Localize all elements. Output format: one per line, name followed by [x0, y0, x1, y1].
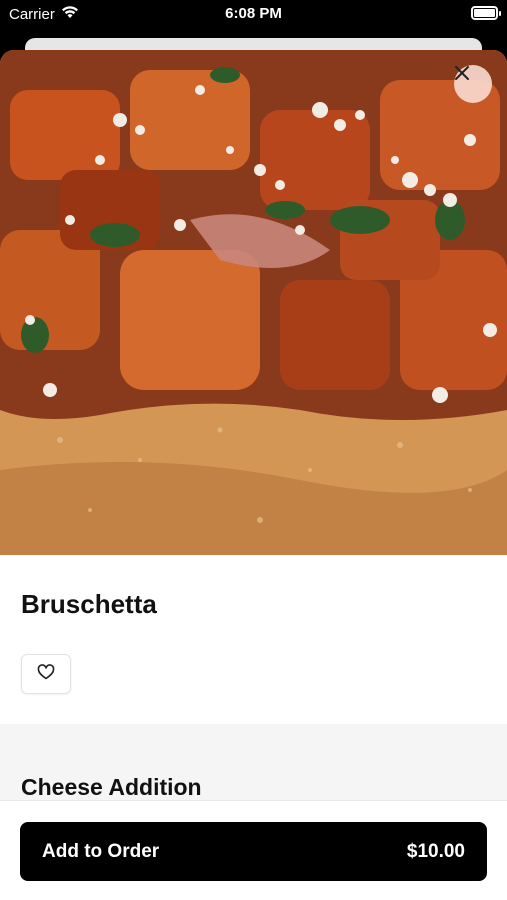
- item-title: Bruschetta: [21, 589, 157, 619]
- price-label: $10.00: [406, 840, 465, 862]
- close-button[interactable]: [454, 65, 492, 103]
- status-bar: Carrier 6:08 PM: [0, 0, 507, 30]
- bruschetta-photo: [0, 50, 507, 555]
- add-to-order-button[interactable]: Add to Order $10.00: [20, 822, 487, 881]
- battery-icon: [471, 6, 501, 20]
- status-right: [471, 6, 501, 20]
- item-detail-sheet: Bruschetta Cheese Addition Add to Order …: [0, 50, 507, 900]
- heart-icon: [37, 663, 55, 685]
- status-time: 6:08 PM: [225, 5, 282, 22]
- add-to-order-label: Add to Order: [42, 840, 160, 862]
- footer: Add to Order $10.00: [0, 800, 507, 900]
- options-section-title: Cheese Addition: [21, 774, 202, 800]
- favorite-button[interactable]: [21, 654, 71, 694]
